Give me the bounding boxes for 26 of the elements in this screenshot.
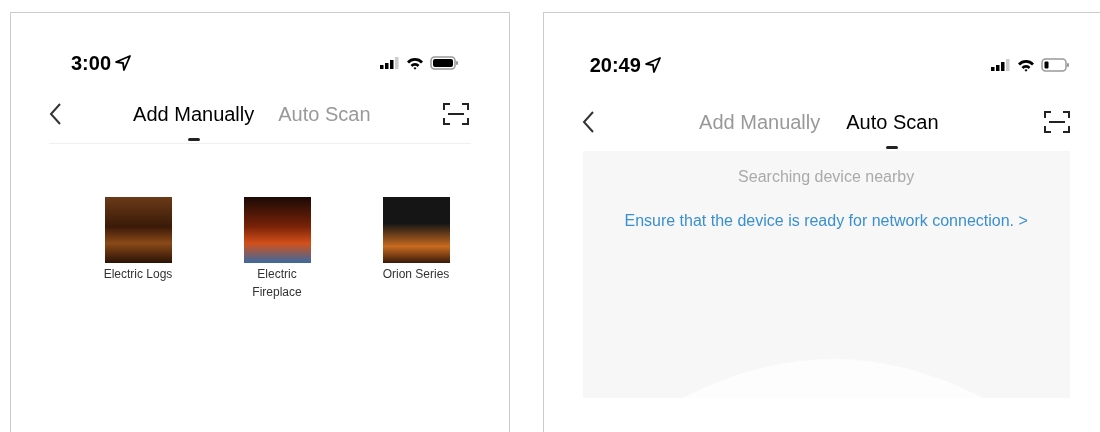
location-arrow-icon [115,55,132,71]
signal-icon [379,57,400,69]
device-label: Electric Logs [103,266,173,283]
clock-time: 20:49 [589,53,641,78]
location-arrow-icon [644,57,661,73]
scan-icon[interactable] [442,102,469,126]
wifi-icon [1017,58,1035,72]
device-tile[interactable]: Electric Fireplace [222,197,332,301]
tab[interactable]: Auto Scan [846,107,939,137]
search-status: Searching device nearby [738,167,915,187]
device-label: Orion Series [381,266,451,283]
device-tile[interactable]: Orion Series [361,197,471,301]
device-tile[interactable]: Electric Logs [83,197,193,301]
wifi-icon [405,56,424,70]
back-chevron-icon[interactable] [49,103,61,125]
photo-placeholder [104,197,172,263]
back-chevron-icon[interactable] [581,111,594,133]
signal-icon [991,59,1011,71]
tab[interactable]: Add Manually [133,99,255,129]
tab-indicator [187,138,200,141]
photo-placeholder [243,197,311,263]
tab-indicator [886,146,899,149]
device-label: Electric Fireplace [251,266,303,301]
clock-time: 3:00 [71,51,112,76]
scan-icon[interactable] [1044,110,1070,134]
photo-placeholder [382,197,450,263]
